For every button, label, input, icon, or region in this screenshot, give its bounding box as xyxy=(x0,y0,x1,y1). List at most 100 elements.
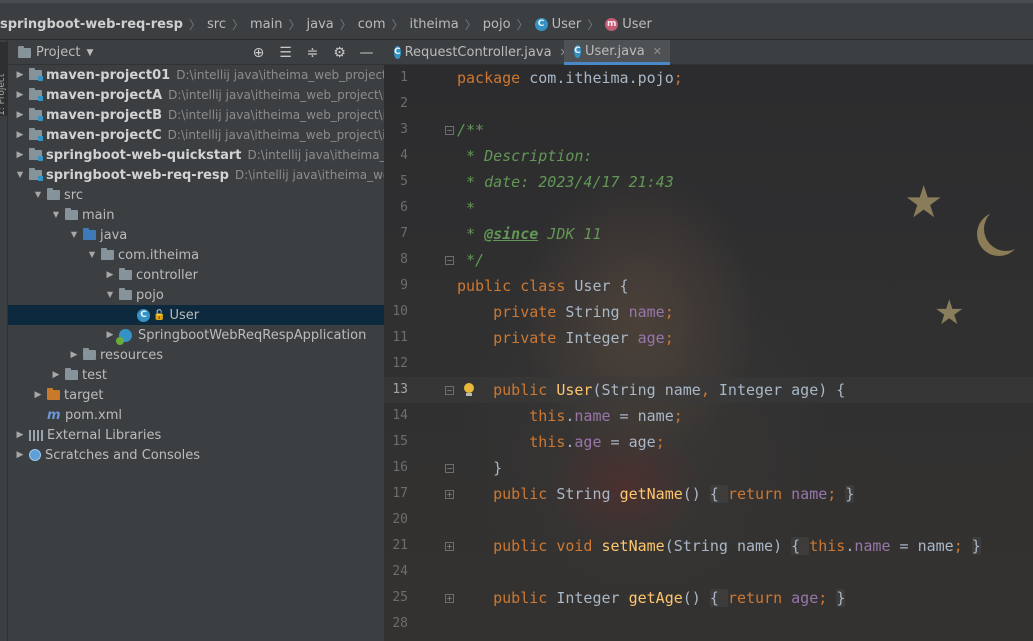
tree-row[interactable]: ▶ External Libraries xyxy=(8,425,384,445)
code-token: getAge xyxy=(628,589,683,607)
code-token: { xyxy=(709,589,728,607)
tree-item-label: maven-projectB xyxy=(46,107,163,123)
close-icon[interactable]: ✕ xyxy=(653,45,662,58)
tree-row[interactable]: ▶ test xyxy=(8,365,384,385)
collapse-all-icon[interactable]: ≑ xyxy=(299,43,326,63)
chevron-right-icon[interactable]: ▶ xyxy=(14,110,26,120)
chevron-right-icon[interactable]: ▶ xyxy=(68,350,80,360)
tree-item-label: com.itheima xyxy=(118,247,200,263)
code-line: } xyxy=(457,455,502,481)
fold-expand-icon[interactable]: + xyxy=(445,542,454,551)
chevron-down-icon[interactable]: ▼ xyxy=(33,191,44,200)
breadcrumb-item[interactable]: itheima xyxy=(410,17,459,32)
tree-row[interactable]: ▼ com.itheima xyxy=(8,245,384,265)
fold-collapse-icon[interactable]: − xyxy=(445,464,454,473)
tree-row[interactable]: ▼ src xyxy=(8,185,384,205)
code-area[interactable]: package com.itheima.pojo; /** * Descripti… xyxy=(457,65,1033,641)
fold-collapse-icon[interactable]: − xyxy=(445,386,454,395)
tree-row[interactable]: ▼ java xyxy=(8,225,384,245)
project-view-dropdown[interactable]: Project ▼ xyxy=(18,45,93,60)
code-token: ; xyxy=(655,433,665,451)
chevron-right-icon[interactable]: ▶ xyxy=(50,370,62,380)
code-token: ; xyxy=(827,485,846,503)
tree-row[interactable]: ▶ maven-projectC D:\intellij java\itheima_… xyxy=(8,125,384,145)
chevron-down-icon[interactable]: ▼ xyxy=(87,251,98,260)
minimize-icon[interactable]: — xyxy=(353,43,380,63)
module-folder-icon xyxy=(29,148,43,161)
fold-collapse-icon[interactable]: − xyxy=(445,256,454,265)
folder-icon xyxy=(65,208,78,220)
folder-icon xyxy=(47,188,60,200)
chevron-right-icon[interactable]: ▶ xyxy=(14,70,26,80)
breadcrumb-label: itheima xyxy=(409,16,459,32)
expand-all-icon[interactable]: ☰ xyxy=(272,43,299,63)
code-token: JDK 11 xyxy=(538,225,602,243)
tree-item-label: pom.xml xyxy=(65,407,122,423)
module-folder-icon xyxy=(29,88,43,101)
code-token: ; xyxy=(673,407,683,425)
chevron-right-icon[interactable]: ▶ xyxy=(14,450,26,460)
editor-tab[interactable]: C User.java ✕ xyxy=(564,40,670,65)
line-number: 6 xyxy=(400,200,408,215)
folder-icon xyxy=(65,368,78,380)
project-tool-tab[interactable]: 1: Project xyxy=(0,42,8,116)
chevron-right-icon[interactable]: ▶ xyxy=(104,330,116,340)
breadcrumb-item[interactable]: java xyxy=(307,17,334,32)
fold-collapse-icon[interactable]: − xyxy=(445,126,454,135)
tree-row[interactable]: ▶ SpringbootWebReqRespApplication xyxy=(8,325,384,345)
code-line: public String getName() { return name; } xyxy=(457,481,855,507)
code-token: public xyxy=(493,589,557,607)
code-token: com.itheima.pojo xyxy=(529,69,674,87)
breadcrumb-item[interactable]: m User xyxy=(605,17,652,32)
editor-tab[interactable]: CRequestController.java✕ xyxy=(384,40,569,65)
resources-folder-icon xyxy=(83,348,96,360)
tree-row[interactable]: ▶ maven-projectA D:\intellij java\itheima_… xyxy=(8,85,384,105)
tree-row[interactable]: C 🔓 User xyxy=(8,305,384,325)
fold-expand-icon[interactable]: + xyxy=(445,594,454,603)
code-token: package xyxy=(457,69,530,87)
breadcrumb-item[interactable]: src xyxy=(207,17,226,32)
tree-row[interactable]: ▶ Scratches and Consoles xyxy=(8,445,384,465)
project-folder-icon xyxy=(18,45,31,58)
gear-icon[interactable]: ⚙ xyxy=(326,43,353,63)
code-line: public void setName(String name) { this.… xyxy=(457,533,981,559)
chevron-down-icon[interactable]: ▼ xyxy=(15,171,26,180)
code-token: { xyxy=(791,537,810,555)
tree-row[interactable]: ▶ target xyxy=(8,385,384,405)
tree-row[interactable]: ▼ main xyxy=(8,205,384,225)
tree-row[interactable]: ▼ pojo xyxy=(8,285,384,305)
breadcrumb-separator-icon: 〉 xyxy=(188,17,201,32)
chevron-right-icon[interactable]: ▶ xyxy=(14,130,26,140)
chevron-right-icon[interactable]: ▶ xyxy=(14,150,26,160)
tree-row[interactable]: ▶ maven-project01 D:\intellij java\itheima… xyxy=(8,65,384,85)
tree-item-label: SpringbootWebReqRespApplication xyxy=(138,327,367,343)
chevron-right-icon[interactable]: ▶ xyxy=(104,270,116,280)
tree-row[interactable]: ▶ maven-projectB D:\intellij java\itheima_… xyxy=(8,105,384,125)
module-folder-icon xyxy=(29,128,43,141)
chevron-right-icon[interactable]: ▶ xyxy=(14,430,26,440)
tree-row[interactable]: ▶ resources xyxy=(8,345,384,365)
target-icon[interactable]: ⊕ xyxy=(245,43,272,63)
breadcrumb-item[interactable]: springboot-web-req-resp xyxy=(0,17,183,32)
chevron-down-icon[interactable]: ▼ xyxy=(51,211,62,220)
tree-row[interactable]: ▼ springboot-web-req-resp D:\intellij java… xyxy=(8,165,384,185)
tree-row[interactable]: m pom.xml xyxy=(8,405,384,425)
chevron-right-icon[interactable]: ▶ xyxy=(14,90,26,100)
code-token: = name xyxy=(890,537,954,555)
excluded-folder-icon xyxy=(47,388,60,400)
breadcrumb-item[interactable]: com xyxy=(358,17,386,32)
tree-item-label: springboot-web-quickstart xyxy=(46,147,242,163)
breadcrumb-item[interactable]: main xyxy=(250,17,282,32)
breadcrumb-item[interactable]: pojo xyxy=(483,17,511,32)
fold-expand-icon[interactable]: + xyxy=(445,490,454,499)
breadcrumb-separator-icon: 〉 xyxy=(231,17,244,32)
tree-row[interactable]: ▶ springboot-web-quickstart D:\intellij ja… xyxy=(8,145,384,165)
breadcrumb-item[interactable]: C User xyxy=(534,17,581,32)
chevron-right-icon[interactable]: ▶ xyxy=(32,390,44,400)
line-number: 9 xyxy=(400,278,408,293)
chevron-down-icon[interactable]: ▼ xyxy=(69,231,80,240)
tree-row[interactable]: ▶ controller xyxy=(8,265,384,285)
chevron-down-icon[interactable]: ▼ xyxy=(105,291,116,300)
